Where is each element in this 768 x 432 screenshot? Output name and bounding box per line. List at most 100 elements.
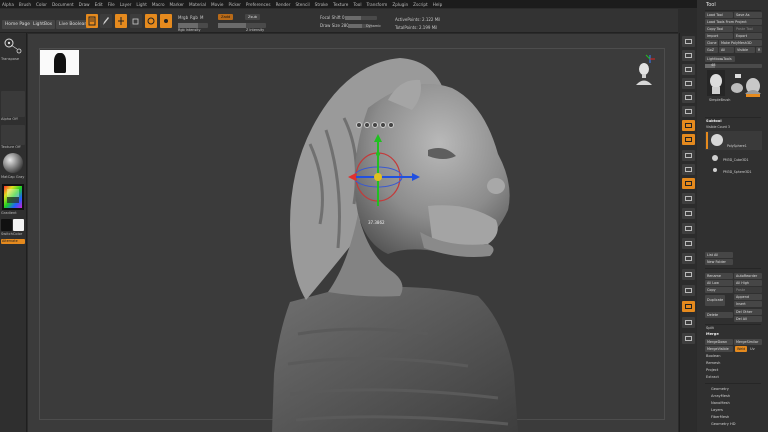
solo-button[interactable] (682, 317, 695, 328)
draw-button[interactable] (100, 14, 112, 28)
menu-edit[interactable]: Edit (95, 2, 103, 7)
paste-button[interactable]: Paste (734, 287, 762, 293)
geometry-section[interactable]: Geometry (711, 387, 729, 391)
del-all-button[interactable]: Del All (734, 316, 762, 322)
menu-texture[interactable]: Texture (333, 2, 348, 7)
xpose-button[interactable] (682, 333, 695, 344)
switch-color-label[interactable]: SwitchColor (1, 232, 22, 236)
secondary-color-swatch[interactable] (13, 219, 24, 231)
focal-shift-slider[interactable] (345, 16, 377, 20)
edit-button[interactable] (86, 14, 98, 28)
customize-icon[interactable] (388, 122, 394, 128)
extract-section[interactable]: Extract (706, 375, 719, 379)
texture-selector[interactable] (1, 125, 25, 145)
spix-button[interactable] (682, 50, 695, 61)
menu-stroke[interactable]: Stroke (315, 2, 328, 7)
bpr-button[interactable] (682, 36, 695, 47)
load-tool-button[interactable]: Load Tool (705, 12, 733, 18)
duplicate-button[interactable]: Duplicate (705, 295, 725, 306)
merge-section[interactable]: Merge (706, 332, 719, 336)
menu-alpha[interactable]: Alpha (2, 2, 14, 7)
scroll-button[interactable] (682, 64, 695, 75)
menu-transform[interactable]: Transform (366, 2, 387, 7)
all-high-button[interactable]: All High (734, 280, 762, 286)
nanomesh-section[interactable]: NanoMesh (711, 401, 730, 405)
menu-document[interactable]: Document (52, 2, 74, 7)
aahalf-button[interactable] (682, 106, 695, 117)
lock-icon[interactable] (364, 122, 370, 128)
menu-tool[interactable]: Tool (353, 2, 361, 7)
all-button[interactable]: All (719, 47, 734, 53)
menu-layer[interactable]: Layer (120, 2, 132, 7)
rotate-button[interactable] (145, 14, 157, 28)
actual-button[interactable] (682, 92, 695, 103)
menu-help[interactable]: Help (433, 2, 443, 7)
menu-render[interactable]: Render (276, 2, 291, 7)
layers-section[interactable]: Layers (711, 408, 723, 412)
merge-visible-button[interactable]: MergeVisible (705, 346, 733, 352)
brush-selector[interactable] (1, 35, 25, 57)
m-toggle[interactable]: M (200, 15, 203, 20)
subtool-row-1[interactable]: PolySphere1 (705, 131, 762, 150)
pin-icon[interactable] (356, 122, 362, 128)
sculpt-model[interactable] (28, 34, 678, 432)
persp-button[interactable] (682, 120, 695, 131)
arraymesh-section[interactable]: ArrayMesh (711, 394, 730, 398)
load-tools-from-project-button[interactable]: Load Tools From Project (705, 19, 762, 25)
scale-button[interactable] (130, 14, 142, 28)
menu-file[interactable]: File (108, 2, 115, 7)
gizmo-button[interactable] (160, 14, 172, 28)
paste-tool-button[interactable]: Paste Tool (734, 26, 762, 32)
lightbox-tools-button[interactable]: Lightbox▸Tools (705, 56, 735, 62)
menu-stencil[interactable]: Stencil (295, 2, 309, 7)
move-button[interactable] (115, 14, 127, 28)
zoom-button[interactable] (682, 78, 695, 89)
new-folder-button[interactable]: New Folder (705, 259, 733, 265)
export-button[interactable]: Export (734, 33, 762, 39)
list-all-button[interactable]: List All (705, 252, 733, 258)
r-button[interactable]: R (756, 47, 762, 53)
gxyz-button[interactable] (682, 178, 695, 189)
menu-zplugin[interactable]: Zplugin (392, 2, 408, 7)
move-button[interactable] (682, 208, 695, 219)
geometry-hd-section[interactable]: Geometry HD (711, 422, 736, 426)
menu-light[interactable]: Light (136, 2, 146, 7)
subtool-row-2[interactable]: PM3D_Cube3D1 (705, 152, 762, 164)
zoom3d-button[interactable] (682, 223, 695, 234)
merge-similar-button[interactable]: MergeSimilar (734, 339, 762, 345)
color-picker[interactable] (1, 183, 25, 211)
home-page-button[interactable]: Home Page (2, 20, 33, 29)
rotate-button[interactable] (682, 238, 695, 249)
menu-movie[interactable]: Movie (211, 2, 223, 7)
zsub-button[interactable]: Zsub (245, 14, 260, 20)
import-button[interactable]: Import (705, 33, 733, 39)
transp-button[interactable] (682, 285, 695, 296)
del-other-button[interactable]: Del Other (734, 309, 762, 315)
tool-thumbnails[interactable] (707, 70, 763, 98)
menu-brush[interactable]: Brush (19, 2, 31, 7)
frame-button[interactable] (682, 193, 695, 204)
autoreorder-button[interactable]: AutoReorder (734, 273, 762, 279)
fibermesh-section[interactable]: FiberMesh (711, 415, 729, 419)
append-button[interactable]: Append (734, 294, 762, 300)
merge-down-button[interactable]: MergeDown (705, 339, 733, 345)
insert-button[interactable]: Insert (734, 301, 762, 307)
zadd-button[interactable]: Zadd (218, 14, 234, 20)
boolean-section[interactable]: Boolean (706, 354, 721, 358)
polyf-button[interactable] (682, 269, 695, 280)
dynamic-toggle[interactable]: Dynamic (366, 24, 381, 28)
visible-button[interactable]: Visible (735, 47, 755, 53)
menu-color[interactable]: Color (36, 2, 47, 7)
subtool-title[interactable]: Subtool (706, 119, 722, 123)
project-section[interactable]: Project (706, 368, 718, 372)
all-low-button[interactable]: All Low (705, 280, 733, 286)
split-section[interactable]: Split (706, 326, 714, 330)
ghost-button[interactable] (682, 301, 695, 312)
lsym-button[interactable] (682, 164, 695, 175)
uv-toggle[interactable]: Uv (750, 347, 755, 351)
remesh-section[interactable]: Remesh (706, 361, 720, 365)
save-as-button[interactable]: Save As (734, 12, 762, 18)
floor-button[interactable] (682, 134, 695, 145)
menu-macro[interactable]: Macro (152, 2, 165, 7)
mrgb-toggle[interactable]: Mrgb (178, 15, 188, 20)
